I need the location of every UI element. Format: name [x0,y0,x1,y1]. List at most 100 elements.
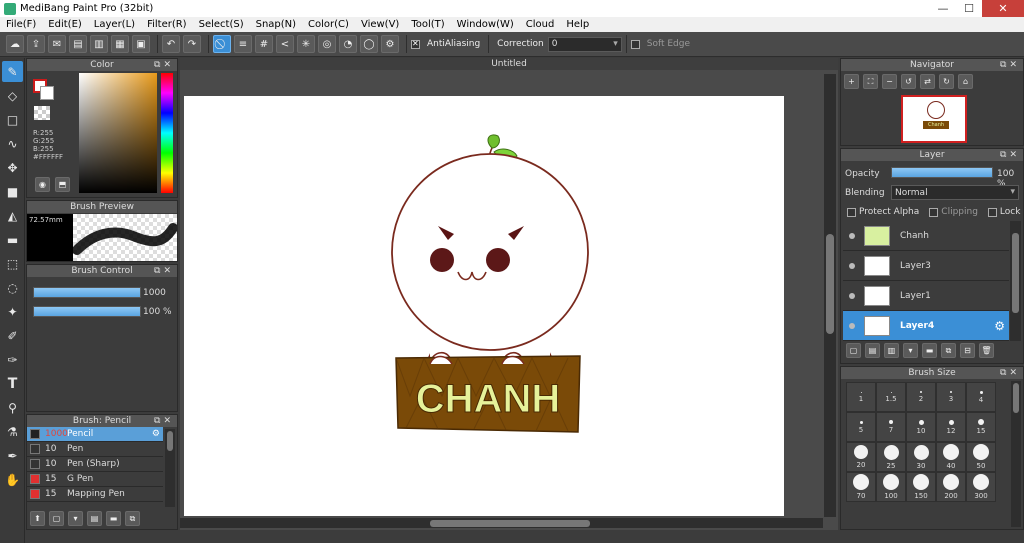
add-layer-menu-icon[interactable]: ▾ [903,343,918,358]
snap-circle-icon[interactable]: ◯ [360,35,378,53]
close-button[interactable]: ✕ [982,0,1024,17]
antialiasing-checkbox[interactable] [411,39,420,49]
snap-grid-icon[interactable]: # [255,35,273,53]
menu-window[interactable]: Window(W) [451,19,520,30]
canvas-vertical-scrollbar[interactable] [824,74,836,517]
color-wheel-icon[interactable]: ◉ [35,177,50,192]
new-layer-icon[interactable]: ▢ [846,343,861,358]
brush-opacity-value[interactable]: 100 % [143,307,172,317]
curve-tool-icon[interactable]: ∿ [2,133,23,154]
brush-size-option[interactable]: 50 [966,442,996,472]
settings-doc-icon[interactable]: ▣ [132,35,150,53]
eye-icon[interactable] [849,292,855,299]
brush-size-option[interactable]: 200 [936,472,966,502]
brush-size-option[interactable]: 4 [966,382,996,412]
panel-controls-icon[interactable]: ⧉✕ [1000,59,1020,71]
panel-controls-icon[interactable]: ⧉✕ [1000,149,1020,161]
snap-parallel-icon[interactable]: ≡ [234,35,252,53]
snap-curve-icon[interactable]: ◔ [339,35,357,53]
brush-new-icon[interactable]: ▢ [49,511,64,526]
brush-size-option[interactable]: 2 [906,382,936,412]
select-tool-icon[interactable]: ⬚ [2,253,23,274]
layer-row-chanh[interactable]: Chanh [843,221,1009,251]
dot-tool-icon[interactable]: □ [2,109,23,130]
brush-size-option[interactable]: 10 [906,412,936,442]
hand-tool-icon[interactable]: ✋ [2,469,23,490]
lasso-tool-icon[interactable]: ◌ [2,277,23,298]
brush-item-mapping-pen[interactable]: 15 Mapping Pen [27,487,163,502]
brush-size-option[interactable]: 40 [936,442,966,472]
select-pen-tool-icon[interactable]: ✐ [2,325,23,346]
zoom-in-icon[interactable]: + [844,74,859,89]
brush-opacity-slider[interactable] [33,306,141,317]
divide-tool-icon[interactable]: ⚲ [2,397,23,418]
menu-cloud[interactable]: Cloud [520,19,561,30]
magic-wand-tool-icon[interactable]: ✦ [2,301,23,322]
navigator-thumbnail[interactable]: Chanh [901,95,967,143]
snap-off-icon[interactable]: ⃠ [213,35,231,53]
select-eraser-tool-icon[interactable]: ✑ [2,349,23,370]
brush-item-pen-sharp[interactable]: 10 Pen (Sharp) [27,457,163,472]
brush-size-option[interactable]: 70 [846,472,876,502]
snap-radial-icon[interactable]: ✳ [297,35,315,53]
brush-size-option[interactable]: 12 [936,412,966,442]
canvas-horizontal-scrollbar[interactable] [180,518,823,528]
panel-controls-icon[interactable]: ⧉✕ [154,265,174,277]
brush-size-option[interactable]: 1 [846,382,876,412]
panel-controls-icon[interactable]: ⧉✕ [1000,367,1020,379]
brush-size-option[interactable]: 5 [846,412,876,442]
gear-icon[interactable]: ⚙ [994,319,1005,333]
protect-alpha-checkbox[interactable] [847,207,856,217]
chat-icon[interactable]: ▤ [69,35,87,53]
brush-size-option[interactable]: 1.5 [876,382,906,412]
color-palette-icon[interactable]: ⬒ [55,177,70,192]
secondary-color-swatch[interactable] [40,86,54,100]
blending-select[interactable]: Normal [891,185,1019,200]
cloud-icon[interactable]: ☁ [6,35,24,53]
brush-item-g-pen[interactable]: 15 G Pen [27,472,163,487]
brush-list-scrollbar[interactable] [165,429,175,507]
layer-row-layer4[interactable]: Layer4 ⚙ [843,311,1009,341]
new-8bit-layer-icon[interactable]: ▥ [884,343,899,358]
new-folder-icon[interactable]: ▬ [922,343,937,358]
merge-layer-icon[interactable]: ⊟ [960,343,975,358]
pen-tool-icon[interactable]: ✒ [2,445,23,466]
rotate-left-icon[interactable]: ↺ [901,74,916,89]
brush-size-option[interactable]: 100 [876,472,906,502]
document-icon[interactable]: ▥ [90,35,108,53]
lock-checkbox[interactable] [987,207,997,217]
menu-help[interactable]: Help [560,19,595,30]
snap-concentric-icon[interactable]: ◎ [318,35,336,53]
brush-size-option[interactable]: 150 [906,472,936,502]
eye-icon[interactable] [849,232,855,239]
layer-opacity-slider[interactable] [891,167,993,178]
undo-icon[interactable]: ↶ [162,35,180,53]
brush-size-option[interactable]: 7 [876,412,906,442]
brush-item-pencil[interactable]: 1000 Pencil ⚙ [27,427,163,442]
eraser-tool-icon[interactable]: ◇ [2,85,23,106]
brush-size-scrollbar[interactable] [1011,381,1021,527]
clipping-checkbox[interactable] [929,207,939,217]
brush-size-option[interactable]: 20 [846,442,876,472]
eye-icon[interactable] [849,322,855,329]
document-tab[interactable]: Untitled [180,58,838,70]
brush-copy-icon[interactable]: ▤ [87,511,102,526]
brush-add-icon[interactable]: ▾ [68,511,83,526]
menu-select[interactable]: Select(S) [193,19,250,30]
brush-size-value[interactable]: 1000 [143,288,166,298]
zoom-out-icon[interactable]: − [882,74,897,89]
delete-layer-icon[interactable]: 🗑 [979,343,994,358]
menu-tool[interactable]: Tool(T) [405,19,450,30]
flip-icon[interactable]: ⇄ [920,74,935,89]
snap-perspective-icon[interactable]: < [276,35,294,53]
panel-controls-icon[interactable]: ⧉✕ [154,59,174,71]
snap-settings-icon[interactable]: ⚙ [381,35,399,53]
soft-edge-checkbox[interactable] [630,39,640,49]
saturation-value-picker[interactable] [79,73,157,193]
brush-download-icon[interactable]: ⬆ [30,511,45,526]
gear-icon[interactable]: ⚙ [152,429,160,439]
transparent-color-swatch[interactable] [34,106,50,120]
brush-size-option[interactable]: 3 [936,382,966,412]
brush-size-slider[interactable] [33,287,141,298]
brush-size-option[interactable]: 30 [906,442,936,472]
